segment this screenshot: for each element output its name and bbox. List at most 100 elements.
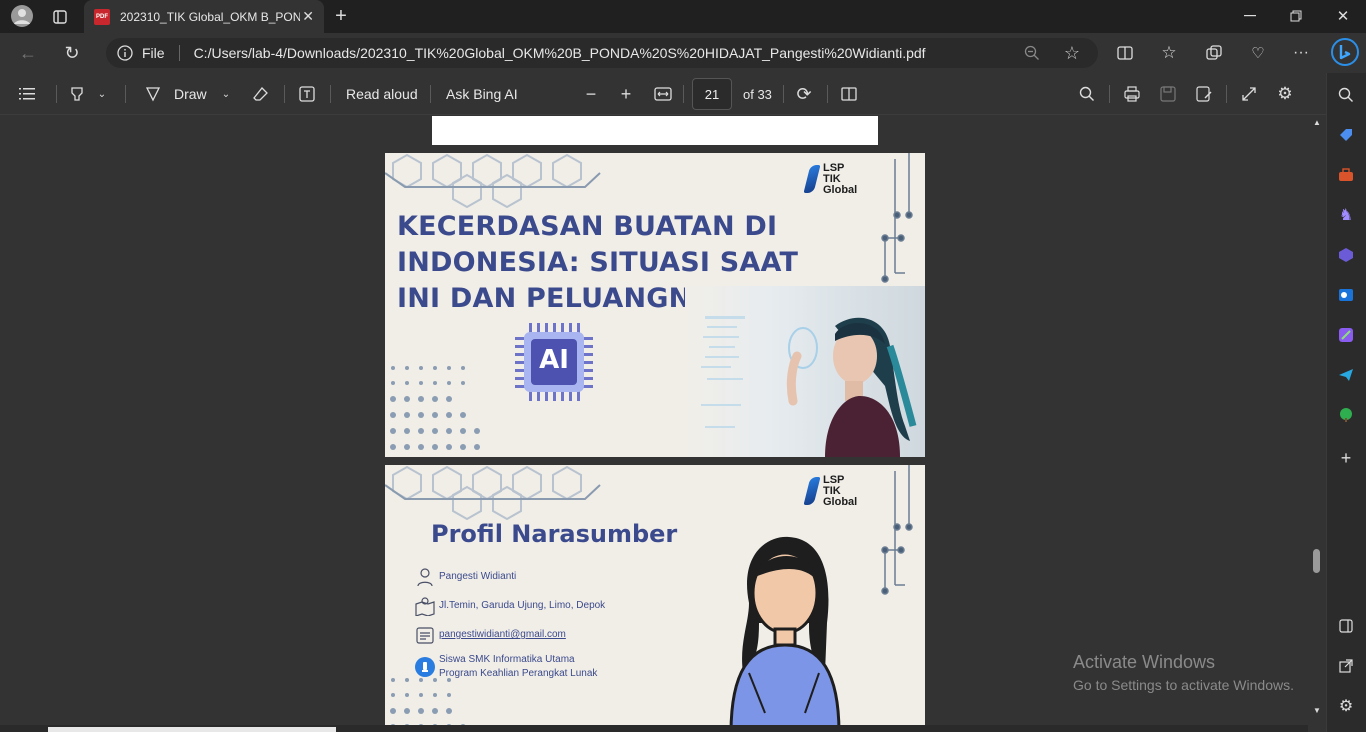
add-sidebar-app-icon[interactable]: + (1335, 447, 1357, 469)
title-bar: PDF 202310_TIK Global_OKM B_PONDA S HIDA… (0, 0, 1366, 33)
dot-grid-decoration (390, 678, 466, 730)
collections-icon[interactable] (1203, 42, 1225, 64)
lsp-tik-logo: LSP TIK Global (803, 163, 858, 196)
page-total-label: of 33 (743, 87, 772, 102)
address-bar[interactable]: File C:/Users/lab-4/Downloads/202310_TIK… (106, 38, 1098, 68)
favorites-icon[interactable]: ☆ (1158, 42, 1180, 64)
pdf-viewer[interactable]: LSP TIK Global KECERDASAN BUATAN DI INDO… (0, 116, 1308, 732)
designer-icon[interactable] (1335, 324, 1357, 346)
search-icon[interactable] (1076, 83, 1098, 105)
toolbar-divider (827, 85, 828, 103)
shopping-tag-icon[interactable] (1335, 124, 1357, 146)
outlook-icon[interactable] (1335, 284, 1357, 306)
close-window-icon[interactable]: ✕ (1333, 6, 1353, 26)
scrollbar-thumb[interactable] (1313, 549, 1320, 573)
info-address-row: Jl.Temin, Garuda Ujung, Limo, Depok (415, 596, 605, 616)
favorite-star-icon[interactable]: ☆ (1062, 43, 1082, 63)
minimize-icon[interactable] (1240, 6, 1260, 26)
zoom-out-icon[interactable] (1022, 43, 1042, 63)
lsp-logo-mark (803, 477, 821, 505)
ai-chip-graphic: AI (515, 323, 593, 401)
toolbar-divider (1109, 85, 1110, 103)
lsp-tik-logo: LSP TIK Global (803, 475, 858, 508)
send-plane-icon[interactable] (1335, 364, 1357, 386)
contents-list-icon[interactable] (16, 83, 38, 105)
split-screen-icon[interactable] (1114, 42, 1136, 64)
logo-text-global: Global (823, 496, 858, 508)
fit-to-width-icon[interactable] (652, 83, 674, 105)
highlight-icon[interactable] (66, 83, 88, 105)
speaker-school: Siswa SMK Informatika Utama (439, 654, 575, 665)
eraser-icon[interactable] (250, 83, 272, 105)
tools-briefcase-icon[interactable] (1335, 164, 1357, 186)
navigation-bar: ← ↻ File C:/Users/lab-4/Downloads/202310… (0, 33, 1326, 73)
save-as-icon[interactable] (1193, 83, 1215, 105)
ask-bing-ai-button[interactable]: Ask Bing AI (446, 86, 518, 102)
add-text-icon[interactable] (296, 83, 318, 105)
circuit-lines-decoration (881, 465, 913, 595)
rotate-icon[interactable]: ⟳ (793, 83, 815, 105)
woman-hologram-photo (685, 286, 925, 457)
restore-icon[interactable] (1286, 6, 1306, 26)
previous-page-bottom (432, 116, 878, 145)
draw-dropdown-icon[interactable]: ⌄ (218, 85, 234, 103)
print-icon[interactable] (1121, 83, 1143, 105)
settings-gear-icon[interactable]: ⚙ (1274, 83, 1296, 105)
sidebar-settings-icon[interactable]: ⚙ (1335, 695, 1357, 717)
save-icon[interactable] (1157, 83, 1179, 105)
map-pin-icon (415, 597, 435, 616)
dot-grid-decoration (390, 366, 480, 450)
external-link-icon[interactable] (1335, 655, 1357, 677)
page-view-icon[interactable] (838, 83, 860, 105)
games-chess-icon[interactable]: ♞ (1335, 204, 1357, 226)
draw-pen-icon[interactable] (142, 83, 164, 105)
speaker-email[interactable]: pangestiwidianti@gmail.com (439, 628, 566, 642)
zoom-in-plus-icon[interactable]: + (615, 83, 637, 105)
horizontal-scroll-thumb[interactable] (48, 727, 336, 732)
fullscreen-icon[interactable] (1238, 83, 1260, 105)
profile-title: Profil Narasumber (431, 520, 678, 548)
lsp-logo-mark (803, 165, 821, 193)
ai-chip-label: AI (539, 345, 569, 375)
close-tab-icon[interactable]: ✕ (302, 8, 314, 25)
more-menu-icon[interactable]: ··· (1290, 42, 1312, 64)
hexagon-pattern (385, 153, 601, 208)
refresh-icon[interactable]: ↻ (60, 42, 84, 64)
new-tab-icon[interactable]: + (330, 5, 352, 27)
microsoft-365-icon[interactable] (1335, 244, 1357, 266)
page-number-input[interactable]: 21 (692, 78, 732, 110)
performance-heart-icon[interactable]: ♡ (1247, 42, 1269, 64)
zoom-out-minus-icon[interactable]: − (580, 83, 602, 105)
sidebar-search-icon[interactable] (1335, 84, 1357, 106)
hide-sidebar-icon[interactable] (1335, 615, 1357, 637)
tab-actions-icon[interactable] (50, 7, 70, 27)
tab-active[interactable]: PDF 202310_TIK Global_OKM B_PONDA S HIDA… (84, 0, 324, 33)
bing-copilot-area (1326, 33, 1366, 73)
vertical-scrollbar[interactable]: ▲ ▼ (1308, 116, 1326, 720)
slide-profile: LSP TIK Global Profil Narasumber Pangest… (385, 465, 925, 732)
activate-title: Activate Windows (1073, 652, 1216, 672)
logo-text-global: Global (823, 184, 858, 196)
profile-avatar[interactable] (10, 4, 34, 28)
headline-line-2: INDONESIA: SITUASI SAAT (397, 247, 799, 278)
file-label: File (142, 45, 165, 61)
address-separator (178, 45, 180, 61)
read-aloud-button[interactable]: Read aloud (346, 86, 418, 102)
bing-copilot-icon[interactable] (1330, 37, 1360, 67)
scroll-down-icon[interactable]: ▼ (1311, 704, 1323, 716)
url-text[interactable]: C:/Users/lab-4/Downloads/202310_TIK%20Gl… (194, 45, 926, 61)
info-icon[interactable] (116, 44, 134, 62)
toolbar-divider (430, 85, 431, 103)
speaker-address: Jl.Temin, Garuda Ujung, Limo, Depok (439, 600, 606, 611)
toolbar-divider (683, 85, 684, 103)
toolbar-divider (1226, 85, 1227, 103)
horizontal-scrollbar[interactable] (0, 725, 1308, 732)
back-icon[interactable]: ← (16, 42, 40, 64)
draw-button[interactable]: Draw (174, 86, 207, 102)
scroll-up-icon[interactable]: ▲ (1311, 116, 1323, 128)
circuit-lines-decoration (881, 153, 913, 283)
tree-icon[interactable] (1335, 404, 1357, 426)
slide-title: LSP TIK Global KECERDASAN BUATAN DI INDO… (385, 153, 925, 457)
highlight-dropdown-icon[interactable]: ⌄ (94, 85, 110, 103)
person-icon (417, 568, 433, 587)
